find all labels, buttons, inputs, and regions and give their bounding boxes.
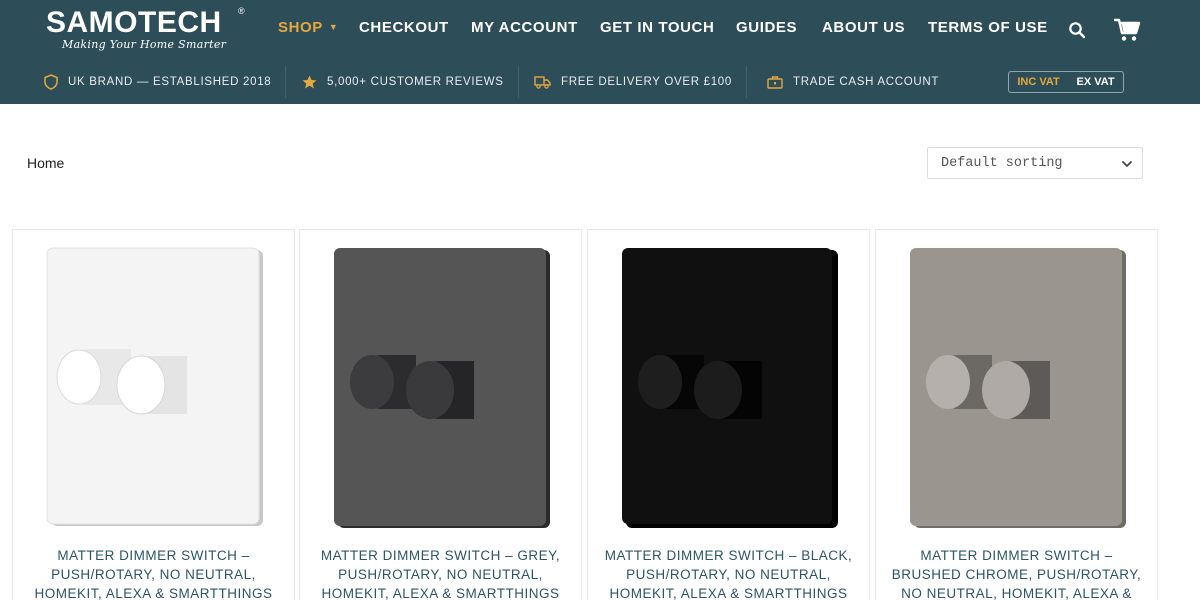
truck-icon	[534, 76, 551, 89]
briefcase-icon	[767, 76, 783, 89]
nav-item-terms-of-use[interactable]: TERMS OF USE	[928, 19, 1048, 36]
usp-uk-brand: UK BRAND — ESTABLISHED 2018	[44, 62, 271, 102]
usp-divider	[518, 66, 519, 98]
usp-trade: TRADE CASH ACCOUNT	[767, 62, 939, 102]
brand-logo[interactable]: SAMOTECH ® Making Your Home Smarter	[46, 6, 246, 56]
cart-icon[interactable]	[1113, 17, 1142, 43]
nav-item-label: SHOP	[278, 19, 323, 36]
usp-delivery: FREE DELIVERY OVER £100	[534, 62, 732, 102]
vat-inc-option[interactable]: INC VAT	[1017, 76, 1059, 88]
usp-label: FREE DELIVERY OVER £100	[561, 76, 732, 88]
product-image[interactable]	[13, 230, 294, 535]
product-title[interactable]: MATTER DIMMER SWITCH – PUSH/ROTARY, NO N…	[21, 546, 286, 600]
product-image[interactable]	[588, 230, 869, 535]
chevron-down-icon	[1122, 161, 1132, 167]
nav-item-label: GUIDES	[736, 19, 798, 36]
star-icon	[302, 75, 317, 89]
brand-name: SAMOTECH	[46, 6, 222, 39]
nav-item-label: GET IN TOUCH	[600, 19, 715, 36]
product-card[interactable]: MATTER DIMMER SWITCH – BRUSHED CHROME, P…	[875, 229, 1158, 600]
usp-label: 5,000+ CUSTOMER REVIEWS	[327, 76, 504, 88]
vat-ex-option[interactable]: EX VAT	[1077, 76, 1115, 88]
nav-item-label: CHECKOUT	[359, 19, 449, 36]
site-header: SAMOTECH ® Making Your Home Smarter SHOP…	[0, 0, 1200, 104]
registered-mark: ®	[238, 6, 245, 16]
nav-item-get-in-touch[interactable]: GET IN TOUCH	[600, 19, 714, 36]
product-title[interactable]: MATTER DIMMER SWITCH – BRUSHED CHROME, P…	[884, 546, 1149, 600]
brand-tagline: Making Your Home Smarter	[62, 38, 227, 51]
usp-divider	[285, 66, 286, 98]
shield-icon	[44, 74, 58, 90]
nav-item-guides[interactable]: GUIDES	[736, 19, 797, 36]
sort-select[interactable]: Default sorting	[927, 147, 1143, 179]
sort-selected-value: Default sorting	[941, 155, 1063, 171]
usp-divider	[746, 66, 747, 98]
nav-item-label: ABOUT US	[822, 19, 906, 36]
nav-item-label: MY ACCOUNT	[471, 19, 578, 36]
product-image[interactable]	[300, 230, 581, 535]
product-card[interactable]: MATTER DIMMER SWITCH – BLACK, PUSH/ROTAR…	[587, 229, 870, 600]
chevron-down-icon: ▼	[328, 22, 339, 32]
search-icon[interactable]	[1068, 21, 1088, 41]
usp-label: TRADE CASH ACCOUNT	[793, 76, 940, 88]
product-image[interactable]	[876, 230, 1157, 535]
breadcrumb-home[interactable]: Home	[27, 155, 64, 171]
usp-reviews: 5,000+ CUSTOMER REVIEWS	[302, 62, 504, 102]
nav-item-label: TERMS OF USE	[928, 19, 1048, 36]
usp-label: UK BRAND — ESTABLISHED 2018	[68, 76, 272, 88]
product-title[interactable]: MATTER DIMMER SWITCH – GREY, PUSH/ROTARY…	[308, 546, 573, 600]
product-title[interactable]: MATTER DIMMER SWITCH – BLACK, PUSH/ROTAR…	[596, 546, 861, 600]
product-card[interactable]: MATTER DIMMER SWITCH – GREY, PUSH/ROTARY…	[299, 229, 582, 600]
nav-item-about-us[interactable]: ABOUT US	[822, 19, 905, 36]
product-card[interactable]: MATTER DIMMER SWITCH – PUSH/ROTARY, NO N…	[12, 229, 295, 600]
vat-toggle: INC VAT EX VAT	[1008, 71, 1124, 93]
nav-item-shop[interactable]: SHOP ▼	[278, 19, 338, 36]
nav-item-my-account[interactable]: MY ACCOUNT	[471, 19, 578, 36]
nav-item-checkout[interactable]: CHECKOUT	[359, 19, 449, 36]
